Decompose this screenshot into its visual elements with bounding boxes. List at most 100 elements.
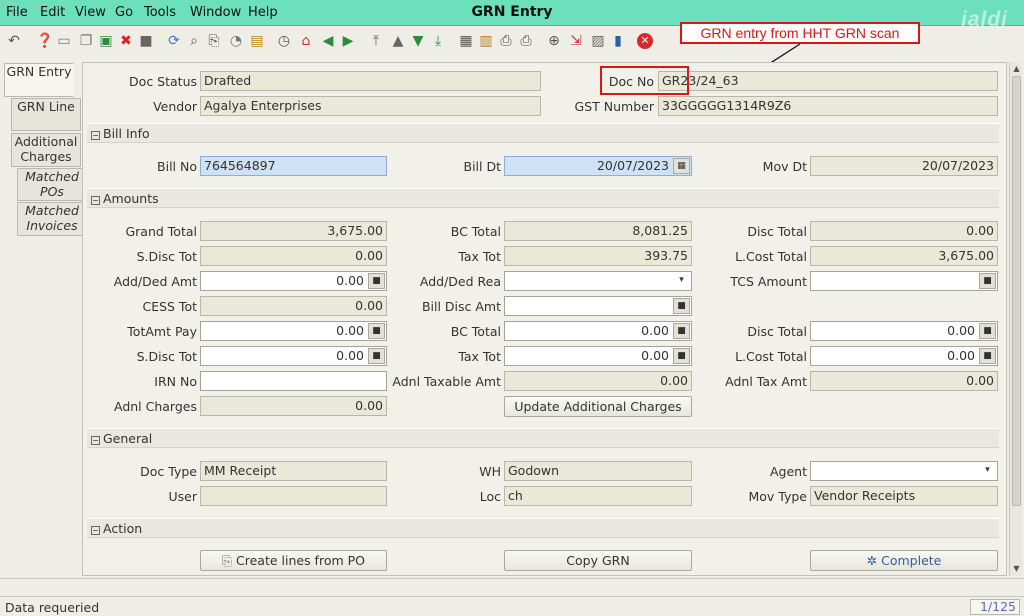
- add-ded-rea-select[interactable]: ▾: [504, 271, 692, 291]
- lcost-total2-value: 0.00: [947, 348, 975, 363]
- disc-total2-input[interactable]: 0.00 ■: [810, 321, 998, 341]
- back-icon[interactable]: ◀: [320, 33, 336, 49]
- section-action-title: Action: [103, 521, 143, 536]
- dropdown-arrow-icon[interactable]: ▾: [979, 463, 996, 479]
- create-lines-from-po-button[interactable]: ⎘ Create lines from PO: [200, 550, 387, 571]
- help-icon[interactable]: ❓: [36, 33, 53, 49]
- vertical-scrollbar[interactable]: ▲ ▼: [1009, 62, 1022, 576]
- complete-button[interactable]: ✲ Complete: [810, 550, 998, 571]
- print-icon[interactable]: ⎙: [518, 33, 534, 49]
- menu-go[interactable]: Go: [115, 5, 133, 20]
- calculator-icon[interactable]: ■: [979, 348, 996, 364]
- report-icon[interactable]: ▦: [458, 33, 474, 49]
- menu-file[interactable]: File: [6, 5, 28, 20]
- section-action[interactable]: − Action: [87, 518, 999, 538]
- calculator-icon[interactable]: ■: [673, 298, 690, 314]
- process-icon[interactable]: ▮: [610, 33, 626, 49]
- calendar-icon[interactable]: ▦: [673, 158, 690, 174]
- tax-tot2-input[interactable]: 0.00 ■: [504, 346, 692, 366]
- forward-icon[interactable]: ▶: [340, 33, 356, 49]
- vendor-field[interactable]: Agalya Enterprises: [200, 96, 541, 116]
- tab-grn-entry[interactable]: GRN Entry: [4, 63, 74, 97]
- irn-no-input[interactable]: [200, 371, 387, 391]
- dropdown-arrow-icon[interactable]: ▾: [673, 273, 690, 289]
- update-additional-charges-button[interactable]: Update Additional Charges: [504, 396, 692, 417]
- attachment-icon[interactable]: ⎘: [206, 33, 222, 49]
- scroll-down-icon[interactable]: ▼: [1012, 564, 1021, 573]
- print-preview-icon[interactable]: ⎙: [498, 33, 514, 49]
- agent-select[interactable]: ▾: [810, 461, 998, 481]
- copy-icon: ⎘: [222, 553, 233, 568]
- tab-grn-line[interactable]: GRN Line: [11, 98, 81, 131]
- mov-type-label: Mov Type: [748, 489, 807, 504]
- bill-disc-amt-input[interactable]: ■: [504, 296, 692, 316]
- tab-matched-pos[interactable]: Matched POs: [17, 168, 87, 201]
- menu-edit[interactable]: Edit: [40, 5, 65, 20]
- tax-tot2-label: Tax Tot: [458, 349, 501, 364]
- save-disk-icon[interactable]: ■: [138, 33, 154, 49]
- create-lines-label: Create lines from PO: [236, 553, 365, 568]
- menu-window[interactable]: Window: [190, 5, 241, 20]
- previous-record-icon[interactable]: ▲: [390, 33, 406, 49]
- doc-type-field: MM Receipt: [200, 461, 387, 481]
- calculator-icon[interactable]: ■: [673, 323, 690, 339]
- calculator-icon[interactable]: ■: [368, 273, 385, 289]
- menu-tools[interactable]: Tools: [144, 5, 176, 20]
- calculator-icon[interactable]: ■: [979, 323, 996, 339]
- save-icon[interactable]: ▣: [98, 33, 114, 49]
- section-amounts[interactable]: − Amounts: [87, 188, 999, 208]
- find-icon[interactable]: ⌕: [186, 33, 202, 49]
- tab-matched-invoices[interactable]: Matched Invoices: [17, 202, 87, 236]
- calculator-icon[interactable]: ■: [368, 323, 385, 339]
- history-icon[interactable]: ▤: [249, 33, 265, 49]
- agent-label: Agent: [770, 464, 807, 479]
- delete-icon[interactable]: ✖: [118, 33, 134, 49]
- doc-no-field: GR23/24_63: [658, 71, 998, 91]
- lcost-total2-input[interactable]: 0.00 ■: [810, 346, 998, 366]
- collapse-icon[interactable]: −: [91, 131, 100, 140]
- copy-record-icon[interactable]: ❐: [78, 33, 94, 49]
- menu-view[interactable]: View: [75, 5, 106, 20]
- totamt-pay-input[interactable]: 0.00 ■: [200, 321, 387, 341]
- adnl-taxable-field: 0.00: [504, 371, 692, 391]
- menu-help[interactable]: Help: [248, 5, 278, 20]
- new-record-icon[interactable]: ▭: [56, 33, 72, 49]
- calculator-icon[interactable]: ■: [673, 348, 690, 364]
- bill-dt-field[interactable]: 20/07/2023 ▦: [504, 156, 692, 176]
- calculator-icon[interactable]: ■: [979, 273, 996, 289]
- zoom-icon[interactable]: ⊕: [546, 33, 562, 49]
- copy-grn-button[interactable]: Copy GRN: [504, 550, 692, 571]
- chat-icon[interactable]: ◔: [228, 33, 244, 49]
- tab-additional-charges[interactable]: Additional Charges: [11, 133, 81, 167]
- collapse-icon[interactable]: −: [91, 526, 100, 535]
- close-icon[interactable]: ✕: [637, 33, 653, 49]
- scroll-thumb[interactable]: [1012, 76, 1021, 506]
- adnl-taxable-label: Adnl Taxable Amt: [392, 374, 501, 389]
- last-record-icon[interactable]: ⤓: [430, 33, 446, 49]
- collapse-icon[interactable]: −: [91, 436, 100, 445]
- record-counter[interactable]: 1/125: [970, 599, 1020, 615]
- tcs-amount-input[interactable]: ■: [810, 271, 998, 291]
- archive-icon[interactable]: ▥: [478, 33, 494, 49]
- workflow-icon[interactable]: ⇲: [568, 33, 584, 49]
- clock-icon[interactable]: ◷: [276, 33, 292, 49]
- sdisc-tot2-input[interactable]: 0.00 ■: [200, 346, 387, 366]
- collapse-icon[interactable]: −: [91, 196, 100, 205]
- undo-icon[interactable]: ↶: [6, 33, 22, 49]
- gst-number-field: 33GGGGG1314R9Z6: [658, 96, 998, 116]
- sdisc-tot2-label: S.Disc Tot: [136, 349, 197, 364]
- adnl-charges-label: Adnl Charges: [113, 399, 197, 414]
- scroll-up-icon[interactable]: ▲: [1012, 64, 1021, 73]
- section-bill-info[interactable]: − Bill Info: [87, 123, 999, 143]
- bill-disc-amt-label: Bill Disc Amt: [421, 299, 501, 314]
- calculator-icon[interactable]: ■: [368, 348, 385, 364]
- product-info-icon[interactable]: ▨: [590, 33, 606, 49]
- bc-total2-input[interactable]: 0.00 ■: [504, 321, 692, 341]
- next-record-icon[interactable]: ▼: [410, 33, 426, 49]
- add-ded-amt-input[interactable]: 0.00 ■: [200, 271, 387, 291]
- home-icon[interactable]: ⌂: [298, 33, 314, 49]
- section-general[interactable]: − General: [87, 428, 999, 448]
- refresh-icon[interactable]: ⟳: [166, 33, 182, 49]
- first-record-icon[interactable]: ⤒: [368, 33, 384, 49]
- bill-no-input[interactable]: 764564897: [200, 156, 387, 176]
